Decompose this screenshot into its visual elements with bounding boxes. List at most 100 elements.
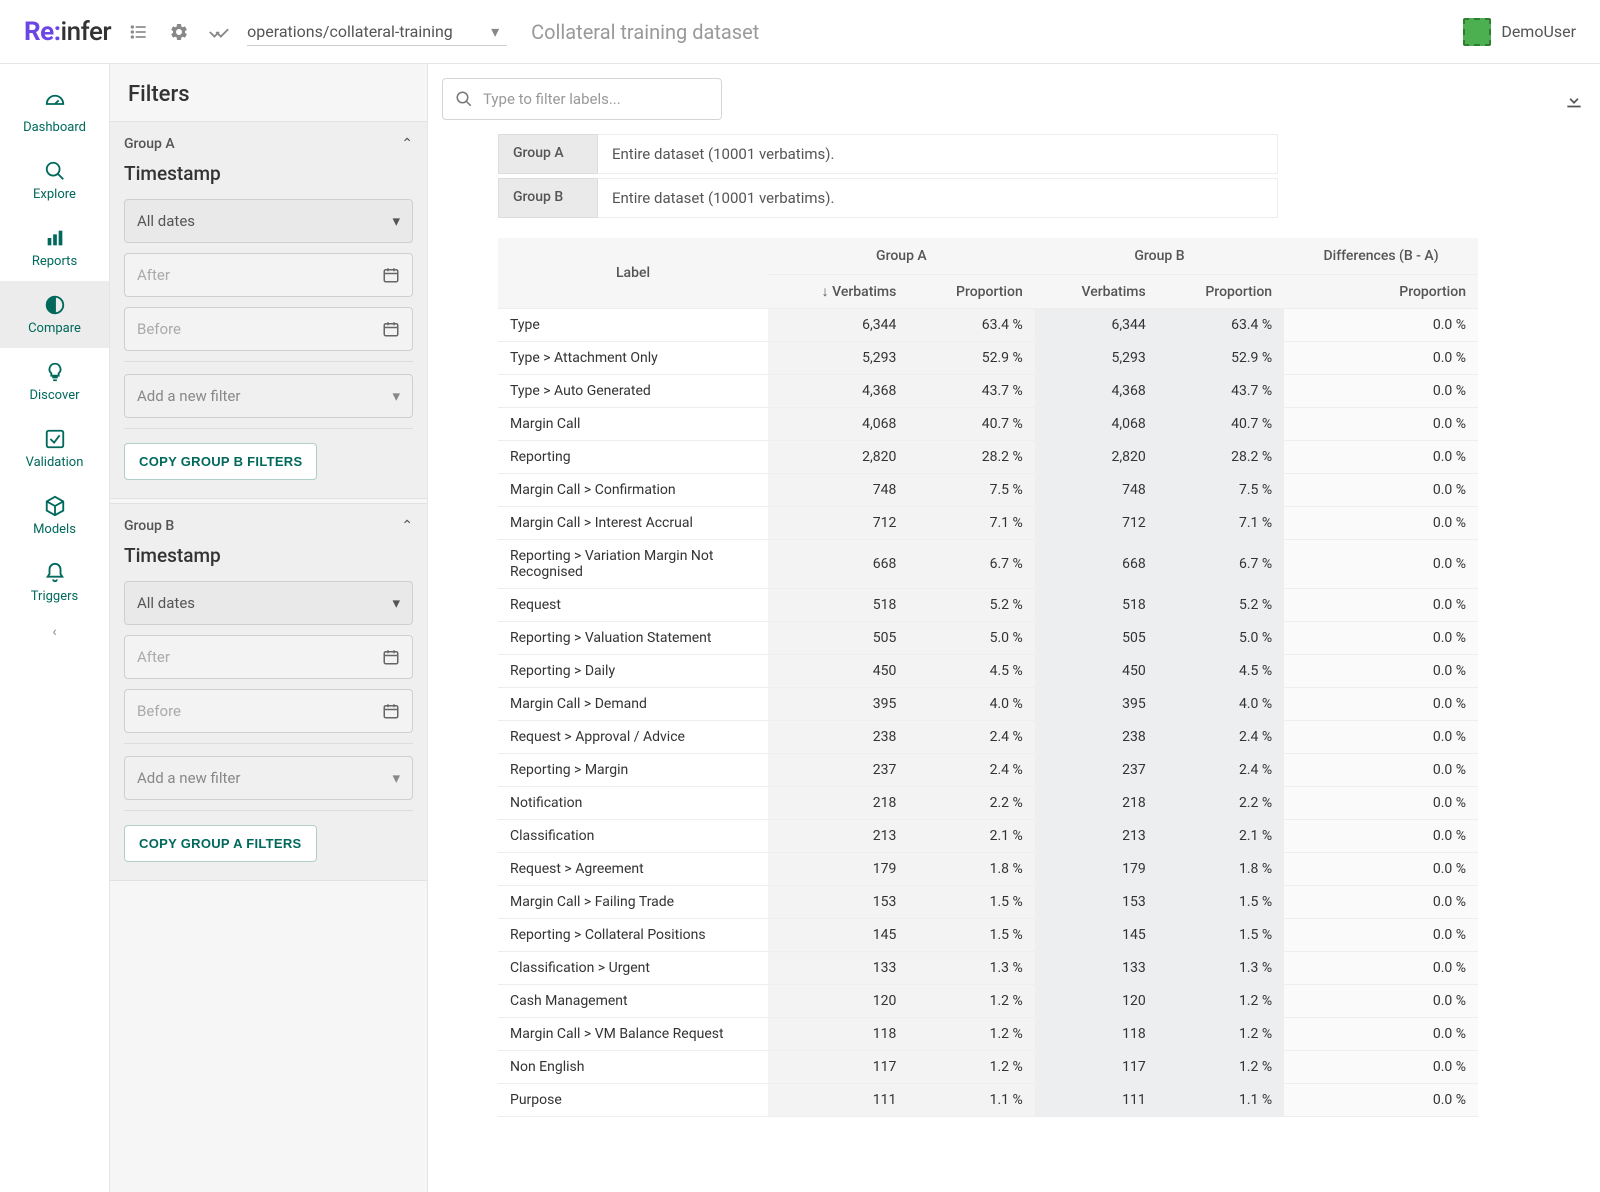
add-filter-a[interactable]: Add a new filter ▾	[124, 374, 413, 418]
cell-a-verbatims: 133	[768, 952, 908, 985]
lightbulb-icon	[43, 360, 67, 384]
table-row[interactable]: Cash Management1201.2 %1201.2 %0.0 %	[498, 985, 1478, 1018]
table-row[interactable]: Non English1171.2 %1171.2 %0.0 %	[498, 1051, 1478, 1084]
cell-a-verbatims: 2,820	[768, 441, 908, 474]
group-a-header[interactable]: Group A ⌃	[124, 136, 413, 152]
table-row[interactable]: Reporting > Margin2372.4 %2372.4 %0.0 %	[498, 754, 1478, 787]
table-row[interactable]: Classification > Urgent1331.3 %1331.3 %0…	[498, 952, 1478, 985]
col-a-proportion[interactable]: Proportion	[908, 275, 1034, 309]
table-row[interactable]: Margin Call > VM Balance Request1181.2 %…	[498, 1018, 1478, 1051]
cell-diff-proportion: 0.0 %	[1284, 985, 1478, 1018]
cell-label: Purpose	[498, 1084, 768, 1117]
col-b-verbatims[interactable]: Verbatims	[1035, 275, 1158, 309]
add-filter-b[interactable]: Add a new filter ▾	[124, 756, 413, 800]
table-row[interactable]: Reporting > Daily4504.5 %4504.5 %0.0 %	[498, 655, 1478, 688]
cell-a-proportion: 6.7 %	[908, 540, 1034, 589]
cell-diff-proportion: 0.0 %	[1284, 688, 1478, 721]
download-button[interactable]	[1564, 89, 1584, 109]
cell-a-proportion: 4.5 %	[908, 655, 1034, 688]
cell-b-proportion: 4.0 %	[1158, 688, 1284, 721]
table-row[interactable]: Type > Attachment Only5,29352.9 %5,29352…	[498, 342, 1478, 375]
cell-b-proportion: 2.2 %	[1158, 787, 1284, 820]
table-row[interactable]: Margin Call > Interest Accrual7127.1 %71…	[498, 507, 1478, 540]
table-row[interactable]: Request5185.2 %5185.2 %0.0 %	[498, 589, 1478, 622]
col-b-proportion[interactable]: Proportion	[1158, 275, 1284, 309]
dataset-selector[interactable]: operations/collateral-training ▾	[247, 18, 507, 46]
table-row[interactable]: Reporting2,82028.2 %2,82028.2 %0.0 %	[498, 441, 1478, 474]
before-input-a[interactable]: Before	[124, 307, 413, 351]
table-row[interactable]: Purpose1111.1 %1111.1 %0.0 %	[498, 1084, 1478, 1117]
filters-panel: Filters Group A ⌃ Timestamp All dates ▾ …	[110, 64, 428, 1192]
table-row[interactable]: Type6,34463.4 %6,34463.4 %0.0 %	[498, 309, 1478, 342]
table-row[interactable]: Margin Call > Confirmation7487.5 %7487.5…	[498, 474, 1478, 507]
table-row[interactable]: Margin Call > Demand3954.0 %3954.0 %0.0 …	[498, 688, 1478, 721]
search-icon	[455, 90, 473, 108]
add-filter-placeholder: Add a new filter	[137, 387, 240, 405]
copy-group-a-filters-button[interactable]: COPY GROUP A FILTERS	[124, 825, 317, 862]
date-range-value-a: All dates	[137, 212, 195, 230]
col-a-verbatims[interactable]: ↓ Verbatims	[768, 275, 908, 309]
label-search-input[interactable]: Type to filter labels...	[442, 78, 722, 120]
cell-a-verbatims: 213	[768, 820, 908, 853]
nav-validation[interactable]: Validation	[0, 415, 109, 482]
table-row[interactable]: Margin Call > Failing Trade1531.5 %1531.…	[498, 886, 1478, 919]
collapse-button[interactable]: ‹	[52, 624, 56, 640]
cell-a-verbatims: 4,368	[768, 375, 908, 408]
nav-reports[interactable]: Reports	[0, 214, 109, 281]
cell-b-verbatims: 4,068	[1035, 408, 1158, 441]
chevron-up-icon: ⌃	[401, 136, 413, 152]
chart-icon	[43, 226, 67, 250]
col-label[interactable]: Label	[498, 238, 768, 309]
cell-label: Reporting > Daily	[498, 655, 768, 688]
cell-a-proportion: 63.4 %	[908, 309, 1034, 342]
cell-a-verbatims: 117	[768, 1051, 908, 1084]
table-row[interactable]: Reporting > Collateral Positions1451.5 %…	[498, 919, 1478, 952]
after-input-b[interactable]: After	[124, 635, 413, 679]
col-diff-proportion[interactable]: Proportion	[1284, 275, 1478, 309]
nav-discover[interactable]: Discover	[0, 348, 109, 415]
copy-group-b-filters-button[interactable]: COPY GROUP B FILTERS	[124, 443, 317, 480]
cell-a-proportion: 2.1 %	[908, 820, 1034, 853]
cell-b-verbatims: 238	[1035, 721, 1158, 754]
after-input-a[interactable]: After	[124, 253, 413, 297]
nav-models[interactable]: Models	[0, 482, 109, 549]
table-row[interactable]: Request > Agreement1791.8 %1791.8 %0.0 %	[498, 853, 1478, 886]
table-row[interactable]: Type > Auto Generated4,36843.7 %4,36843.…	[498, 375, 1478, 408]
table-row[interactable]: Reporting > Valuation Statement5055.0 %5…	[498, 622, 1478, 655]
content-scroll[interactable]: Group A Entire dataset (10001 verbatims)…	[428, 134, 1600, 1192]
gear-icon[interactable]	[167, 20, 191, 44]
date-range-select-b[interactable]: All dates ▾	[124, 581, 413, 625]
cell-label: Cash Management	[498, 985, 768, 1018]
list-icon[interactable]	[127, 20, 151, 44]
nav-triggers[interactable]: Triggers	[0, 549, 109, 616]
cell-diff-proportion: 0.0 %	[1284, 342, 1478, 375]
table-row[interactable]: Margin Call4,06840.7 %4,06840.7 %0.0 %	[498, 408, 1478, 441]
table-row[interactable]: Classification2132.1 %2132.1 %0.0 %	[498, 820, 1478, 853]
date-range-select-a[interactable]: All dates ▾	[124, 199, 413, 243]
before-input-b[interactable]: Before	[124, 689, 413, 733]
cell-b-verbatims: 218	[1035, 787, 1158, 820]
cell-label: Margin Call > VM Balance Request	[498, 1018, 768, 1051]
compare-icon	[43, 293, 67, 317]
nav-label: Reports	[32, 254, 77, 269]
summary-a-label: Group A	[498, 134, 598, 174]
cell-b-proportion: 1.1 %	[1158, 1084, 1284, 1117]
table-row[interactable]: Reporting > Variation Margin Not Recogni…	[498, 540, 1478, 589]
cell-diff-proportion: 0.0 %	[1284, 622, 1478, 655]
group-b-header[interactable]: Group B ⌃	[124, 518, 413, 534]
logo: Re:infer	[24, 17, 111, 47]
cell-a-proportion: 1.1 %	[908, 1084, 1034, 1117]
checkmark-icon[interactable]	[207, 20, 231, 44]
cell-a-proportion: 5.0 %	[908, 622, 1034, 655]
table-row[interactable]: Request > Approval / Advice2382.4 %2382.…	[498, 721, 1478, 754]
cell-b-proportion: 6.7 %	[1158, 540, 1284, 589]
timestamp-heading-a: Timestamp	[124, 162, 413, 185]
user-chip[interactable]: DemoUser	[1463, 18, 1576, 46]
cell-diff-proportion: 0.0 %	[1284, 655, 1478, 688]
nav-explore[interactable]: Explore	[0, 147, 109, 214]
bell-icon	[43, 561, 67, 585]
table-row[interactable]: Notification2182.2 %2182.2 %0.0 %	[498, 787, 1478, 820]
cell-a-proportion: 28.2 %	[908, 441, 1034, 474]
nav-dashboard[interactable]: Dashboard	[0, 80, 109, 147]
nav-compare[interactable]: Compare	[0, 281, 109, 348]
